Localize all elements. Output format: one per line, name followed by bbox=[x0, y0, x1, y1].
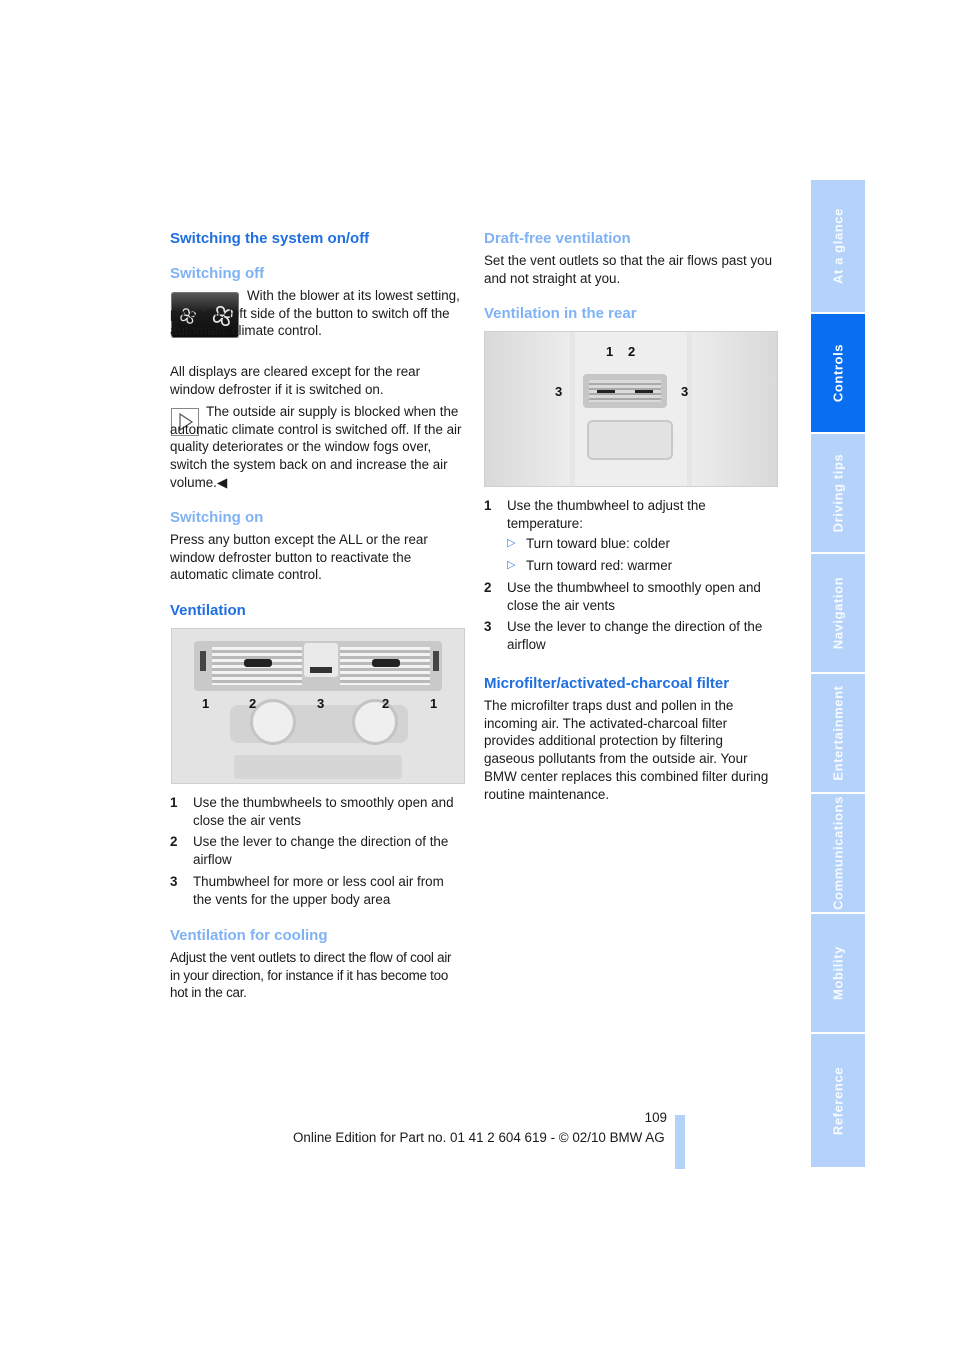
figure-label: 2 bbox=[382, 696, 390, 711]
list-item: 1 Use the thumbwheel to adjust the temper… bbox=[484, 497, 780, 575]
figure-label: 2 bbox=[628, 344, 636, 359]
heading-microfilter: Microfilter/activated-charcoal filter bbox=[484, 675, 730, 692]
edition-footer: Online Edition for Part no. 01 41 2 604 … bbox=[293, 1130, 665, 1145]
note-text: The outside air supply is blocked when t… bbox=[170, 404, 462, 490]
bullet-triangle-icon: ▷ bbox=[507, 537, 516, 550]
microfilter-text: The microfilter traps dust and pollen in… bbox=[484, 698, 769, 802]
tab-communications[interactable]: Communications bbox=[811, 794, 865, 912]
tab-entertainment[interactable]: Entertainment bbox=[811, 674, 865, 792]
rear-ventilation-list: 1 Use the thumbwheel to adjust the temper… bbox=[484, 497, 780, 658]
figure-label: 1 bbox=[430, 696, 438, 711]
bullet-triangle-icon: ▷ bbox=[507, 559, 516, 572]
heading-switching-on: Switching on bbox=[170, 509, 264, 526]
figure-label: 2 bbox=[249, 696, 257, 711]
heading-switching-off: Switching off bbox=[170, 265, 265, 282]
list-item: 2 Use the thumbwheel to smoothly open and… bbox=[484, 579, 761, 613]
tab-mobility[interactable]: Mobility bbox=[811, 914, 865, 1032]
list-item: 3 Use the lever to change the direction o… bbox=[484, 619, 763, 652]
figure-label: 3 bbox=[555, 384, 563, 399]
heading-ventilation-cooling: Ventilation for cooling bbox=[170, 927, 328, 944]
tab-reference[interactable]: Reference bbox=[811, 1034, 865, 1167]
dashboard-vents-figure: 1 2 3 2 1 bbox=[171, 628, 465, 784]
section-title-switching-system: Switching the system on/off bbox=[170, 230, 370, 247]
rear-vents-figure: 1 2 3 3 bbox=[484, 331, 778, 487]
draft-free-text: Set the vent outlets so that the air flo… bbox=[484, 253, 773, 286]
tab-at-a-glance[interactable]: At a glance bbox=[811, 180, 865, 312]
bullet-item: ▷ Turn toward red: warmer bbox=[507, 558, 673, 574]
page-number: 109 bbox=[644, 1110, 667, 1125]
end-marker: ◀ bbox=[216, 474, 228, 490]
heading-draft-free: Draft-free ventilation bbox=[484, 230, 631, 247]
ventilation-list: 1 Use the thumbwheels to smoothly open an… bbox=[170, 794, 466, 912]
page-marker-bar bbox=[675, 1115, 685, 1169]
heading-rear-ventilation: Ventilation in the rear bbox=[484, 305, 637, 322]
switching-on-text: Press any button except the ALL or the r… bbox=[170, 532, 428, 583]
figure-label: 1 bbox=[606, 344, 614, 359]
switching-off-text: With the blower at its lowest setting, p… bbox=[170, 288, 460, 339]
tab-navigation[interactable]: Navigation bbox=[811, 554, 865, 672]
tab-driving-tips[interactable]: Driving tips bbox=[811, 434, 865, 552]
figure-label: 3 bbox=[317, 696, 325, 711]
list-item: 3 Thumbwheel for more or less cool air fr… bbox=[170, 873, 444, 907]
bullet-item: ▷ Turn toward blue: colder bbox=[507, 536, 670, 552]
tab-controls[interactable]: Controls bbox=[811, 314, 865, 432]
list-item: 2 Use the lever to change the direction o… bbox=[170, 834, 449, 868]
heading-ventilation: Ventilation bbox=[170, 602, 246, 619]
figure-label: 3 bbox=[681, 384, 689, 399]
displays-cleared-text: All displays are cleared except for the … bbox=[170, 364, 421, 397]
figure-label: 1 bbox=[202, 696, 210, 711]
ventilation-cooling-text: Adjust the vent outlets to direct the fl… bbox=[170, 950, 452, 1001]
chapter-tabs: At a glance Controls Driving tips Naviga… bbox=[811, 180, 865, 1167]
list-item: 1 Use the thumbwheels to smoothly open an… bbox=[170, 795, 454, 828]
